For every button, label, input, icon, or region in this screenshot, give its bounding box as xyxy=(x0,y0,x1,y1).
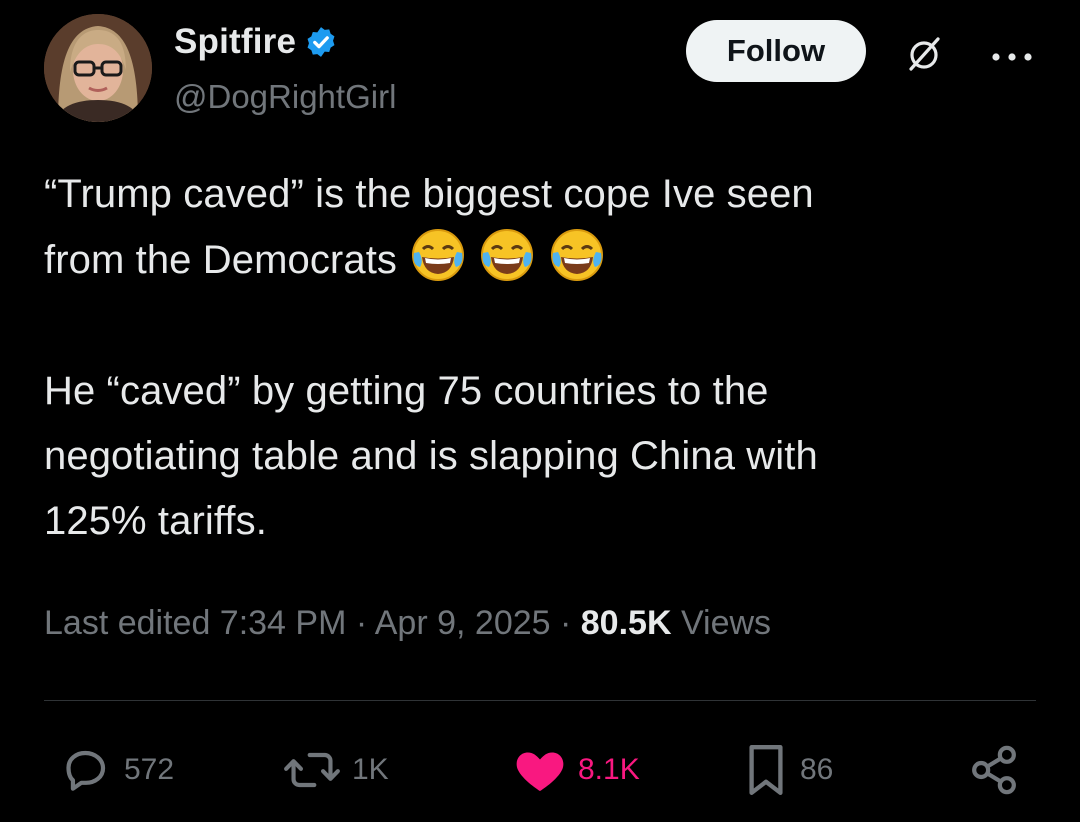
views-count[interactable]: 80.5K xyxy=(581,604,672,642)
follow-button[interactable]: Follow xyxy=(686,20,866,82)
repost-count: 1K xyxy=(352,753,389,786)
more-dots-icon[interactable] xyxy=(988,50,1036,62)
bookmark-count: 86 xyxy=(800,753,834,786)
tweet-line: He “caved” by getting 75 countries to th… xyxy=(44,369,769,413)
divider xyxy=(44,700,1036,701)
tweet-line: 125% tariffs. xyxy=(44,499,267,543)
display-name[interactable]: Spitfire xyxy=(174,22,296,62)
action-bar: 572 1K 8.1K 86 xyxy=(0,738,1080,802)
slashed-circle-icon[interactable] xyxy=(904,34,944,74)
verified-badge-icon xyxy=(304,25,338,59)
share-icon xyxy=(966,742,1022,798)
share-button[interactable] xyxy=(966,738,1022,802)
tweet-line: from the Democrats xyxy=(44,238,398,282)
tweet-line: negotiating table and is slapping China … xyxy=(44,434,818,478)
tweet-line-with-emoji: from the Democrats xyxy=(44,227,1024,293)
author-handle[interactable]: @DogRightGirl xyxy=(174,78,396,116)
laughing-emoji-icon xyxy=(408,229,477,282)
laughing-emoji-icon xyxy=(477,229,546,282)
reply-count: 572 xyxy=(124,753,175,786)
bookmark-button[interactable]: 86 xyxy=(742,738,833,802)
bookmark-icon xyxy=(742,740,790,800)
reply-icon xyxy=(58,742,114,798)
tweet-header: Spitfire @DogRightGirl Follow xyxy=(44,14,1036,126)
repost-button[interactable]: 1K xyxy=(282,738,389,802)
like-count: 8.1K xyxy=(578,753,640,786)
tweet-body: “Trump caved” is the biggest cope Ive se… xyxy=(44,162,1024,554)
tweet-line: “Trump caved” is the biggest cope Ive se… xyxy=(44,172,814,216)
heart-icon xyxy=(512,742,568,798)
author-names: Spitfire @DogRightGirl xyxy=(174,20,396,116)
avatar[interactable] xyxy=(44,14,152,122)
repost-icon xyxy=(282,742,342,798)
reply-button[interactable]: 572 xyxy=(58,738,174,802)
tweet-meta: Last edited 7:34 PM · Apr 9, 2025 · 80.5… xyxy=(44,604,771,643)
display-name-row: Spitfire xyxy=(174,20,396,64)
views-label: Views xyxy=(671,604,772,642)
like-button[interactable]: 8.1K xyxy=(512,738,640,802)
edited-timestamp[interactable]: Last edited 7:34 PM · Apr 9, 2025 · xyxy=(44,604,581,642)
laughing-emoji-icon xyxy=(547,229,605,282)
